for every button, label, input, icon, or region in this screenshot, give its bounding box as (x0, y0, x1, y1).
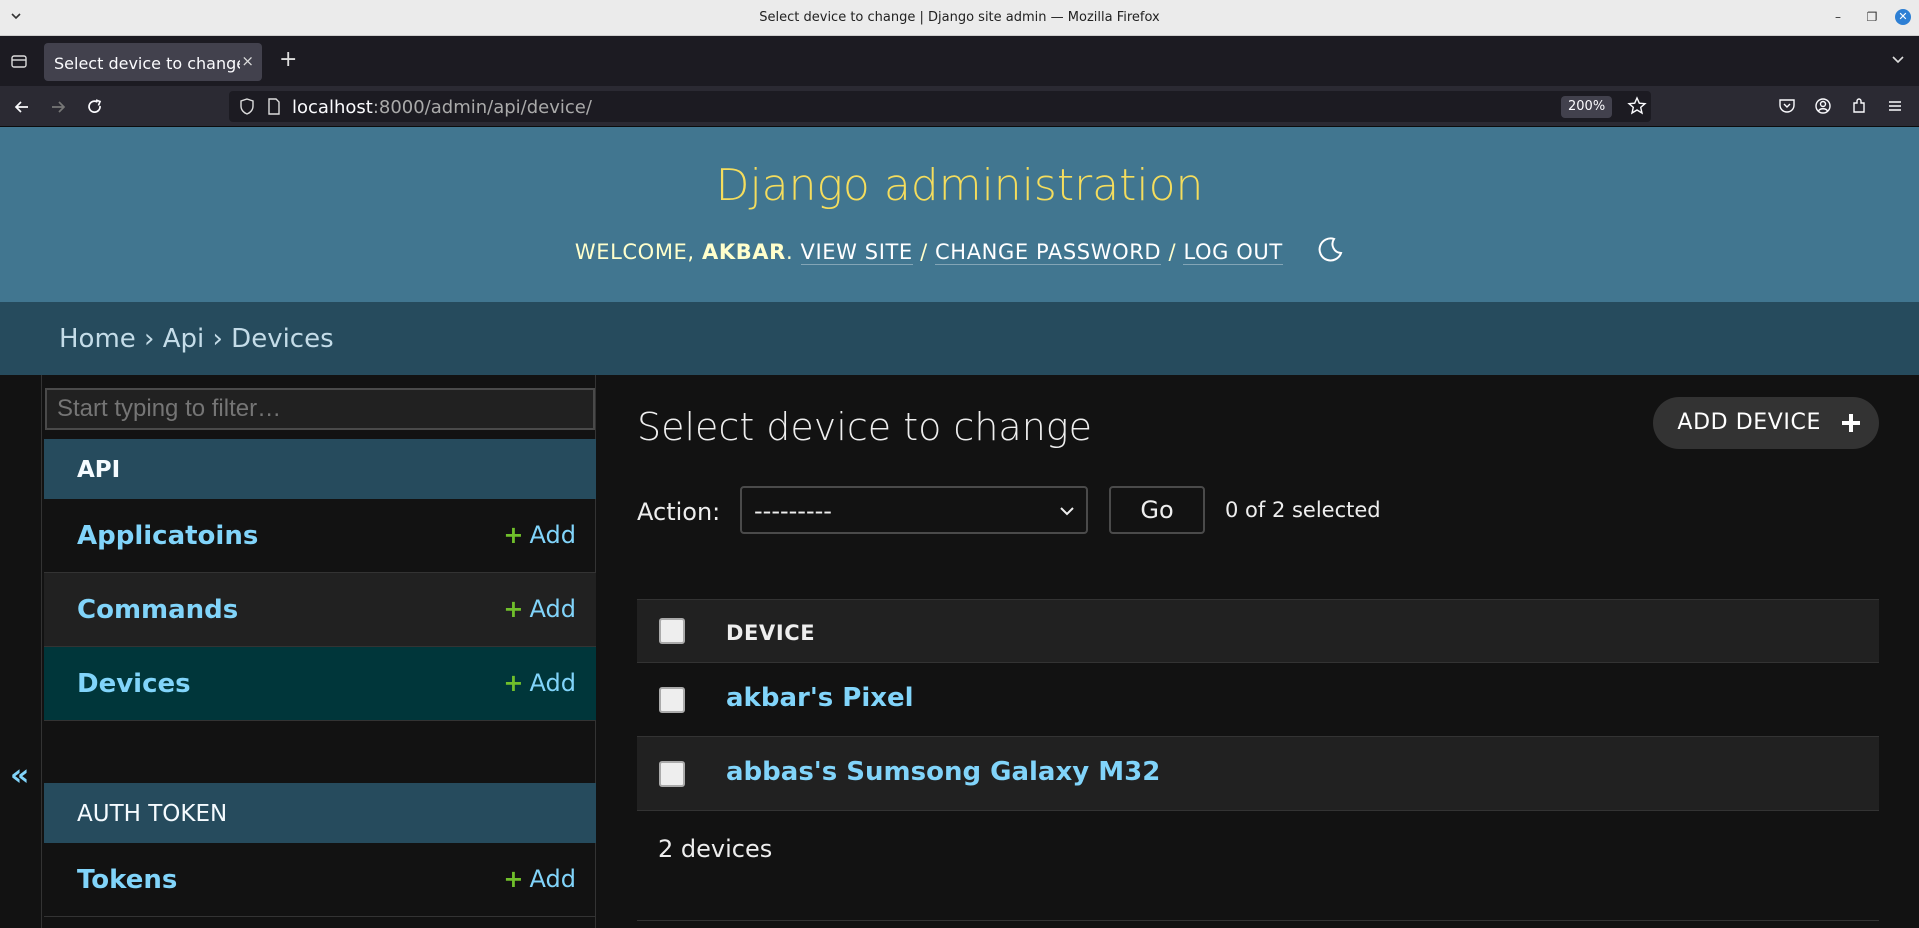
add-link[interactable]: + Add (503, 521, 576, 549)
add-label: Add (529, 865, 576, 893)
admin-header: Django administration WELCOME, AKBAR. VI… (0, 127, 1919, 302)
content: Select device to change ADD DEVICE Actio… (637, 375, 1879, 928)
app-caption-api[interactable]: API (44, 439, 596, 499)
new-tab-button[interactable]: + (279, 48, 297, 72)
main-area: « API Applicatoins +Add Commands +Add De… (0, 375, 1919, 928)
add-label: Add (529, 521, 576, 549)
sidebar-item-tokens: Tokens + Add (44, 843, 596, 917)
actions-bar: Action: --------- Go 0 of 2 selected (637, 486, 1879, 536)
tab-title: Select device to change | Django site ad… (54, 54, 240, 73)
tab-list-icon[interactable] (10, 52, 28, 70)
row-checkbox[interactable] (659, 761, 685, 787)
row-checkbox[interactable] (659, 687, 685, 713)
action-select-value: --------- (754, 497, 832, 525)
tab-close-icon[interactable]: × (241, 52, 254, 70)
tab-active[interactable]: Select device to change | Django site ad… (44, 43, 262, 81)
pocket-icon[interactable] (1778, 97, 1796, 115)
add-icon: + (503, 669, 524, 697)
sidebar-item-commands: Commands + Add (44, 573, 596, 647)
page-title: Select device to change (637, 405, 1092, 449)
site-branding[interactable]: Django administration (0, 160, 1919, 211)
sidebar-filter-input[interactable] (45, 388, 595, 430)
shield-icon[interactable] (239, 98, 255, 115)
chevron-down-icon (1060, 507, 1074, 516)
list-all-tabs-icon[interactable] (1891, 53, 1905, 67)
nav-sidebar: API Applicatoins +Add Commands +Add Devi… (44, 375, 596, 928)
separator: / (1168, 240, 1177, 264)
device-link[interactable]: abbas's Sumsong Galaxy M32 (726, 757, 1160, 787)
add-device-label: ADD DEVICE (1677, 410, 1821, 435)
device-link[interactable]: akbar's Pixel (726, 683, 914, 713)
user-tools: WELCOME, AKBAR. VIEW SITE / CHANGE PASSW… (0, 237, 1919, 265)
table-header: DEVICE (637, 599, 1879, 663)
table-row: abbas's Sumsong Galaxy M32 (637, 737, 1879, 811)
plus-icon (1842, 414, 1860, 432)
table-row: akbar's Pixel (637, 663, 1879, 737)
add-device-button[interactable]: ADD DEVICE (1653, 397, 1879, 449)
view-site-link[interactable]: VIEW SITE (800, 240, 913, 265)
breadcrumb-app[interactable]: Api (163, 324, 205, 354)
add-link[interactable]: + Add (503, 595, 576, 623)
result-count: 2 devices (658, 835, 773, 863)
restore-button[interactable]: ❐ (1864, 9, 1880, 25)
separator: / (920, 240, 928, 264)
add-icon: + (503, 865, 524, 893)
action-label: Action: (637, 498, 721, 526)
model-link[interactable]: Devices (77, 669, 191, 699)
address-bar[interactable]: localhost:8000/admin/api/device/ 200% (229, 91, 1651, 122)
breadcrumb-separator: › (212, 324, 223, 354)
reload-icon[interactable] (85, 97, 105, 117)
zoom-level[interactable]: 200% (1561, 96, 1613, 118)
model-link[interactable]: Tokens (77, 865, 177, 895)
breadcrumb-current: Devices (231, 324, 334, 354)
select-all-checkbox[interactable] (659, 618, 685, 644)
extensions-icon[interactable] (1850, 97, 1868, 115)
username: AKBAR (701, 240, 786, 264)
welcome-text: WELCOME, (574, 240, 695, 264)
bookmark-star-icon[interactable] (1627, 96, 1647, 116)
paginator: 2 devices (637, 811, 1879, 921)
action-select[interactable]: --------- (740, 486, 1088, 534)
minimize-button[interactable]: – (1830, 9, 1846, 25)
collapse-sidebar-icon[interactable]: « (10, 758, 29, 793)
toggle-nav-sidebar[interactable]: « (0, 375, 42, 928)
add-link[interactable]: + Add (503, 669, 576, 697)
moon-icon[interactable] (1316, 236, 1344, 264)
hamburger-menu-icon[interactable] (1886, 97, 1904, 115)
page-icon[interactable] (267, 98, 281, 115)
sidebar-item-applicatoins: Applicatoins + Add (44, 499, 596, 573)
add-icon: + (503, 521, 524, 549)
change-password-link[interactable]: CHANGE PASSWORD (935, 240, 1162, 265)
model-link[interactable]: Commands (77, 595, 238, 625)
app-caption-label[interactable]: AUTH TOKEN (77, 801, 227, 827)
selected-count: 0 of 2 selected (1225, 498, 1381, 522)
account-icon[interactable] (1814, 97, 1832, 115)
add-label: Add (529, 595, 576, 623)
breadcrumb: Home › Api › Devices (0, 302, 1919, 375)
url-text[interactable]: localhost:8000/admin/api/device/ (292, 97, 592, 118)
close-window-button[interactable]: ✕ (1895, 9, 1911, 25)
forward-icon[interactable] (48, 97, 68, 117)
sidebar-item-devices: Devices + Add (44, 647, 596, 721)
window-titlebar: Select device to change | Django site ad… (0, 0, 1919, 36)
add-label: Add (529, 669, 576, 697)
breadcrumb-separator: › (144, 324, 155, 354)
app-caption-auth-token[interactable]: AUTH TOKEN (44, 783, 596, 843)
go-button[interactable]: Go (1109, 486, 1205, 534)
column-header-device[interactable]: DEVICE (726, 621, 815, 645)
app-caption-label[interactable]: API (77, 457, 120, 483)
model-link[interactable]: Applicatoins (77, 521, 258, 551)
tab-bar: Select device to change | Django site ad… (0, 36, 1919, 86)
add-icon: + (503, 595, 524, 623)
window-title: Select device to change | Django site ad… (759, 10, 1160, 25)
back-icon[interactable] (12, 97, 32, 117)
log-out-link[interactable]: LOG OUT (1183, 240, 1283, 265)
add-link[interactable]: + Add (503, 865, 576, 893)
nav-bar: localhost:8000/admin/api/device/ 200% (0, 86, 1919, 127)
breadcrumb-home[interactable]: Home (59, 324, 136, 354)
